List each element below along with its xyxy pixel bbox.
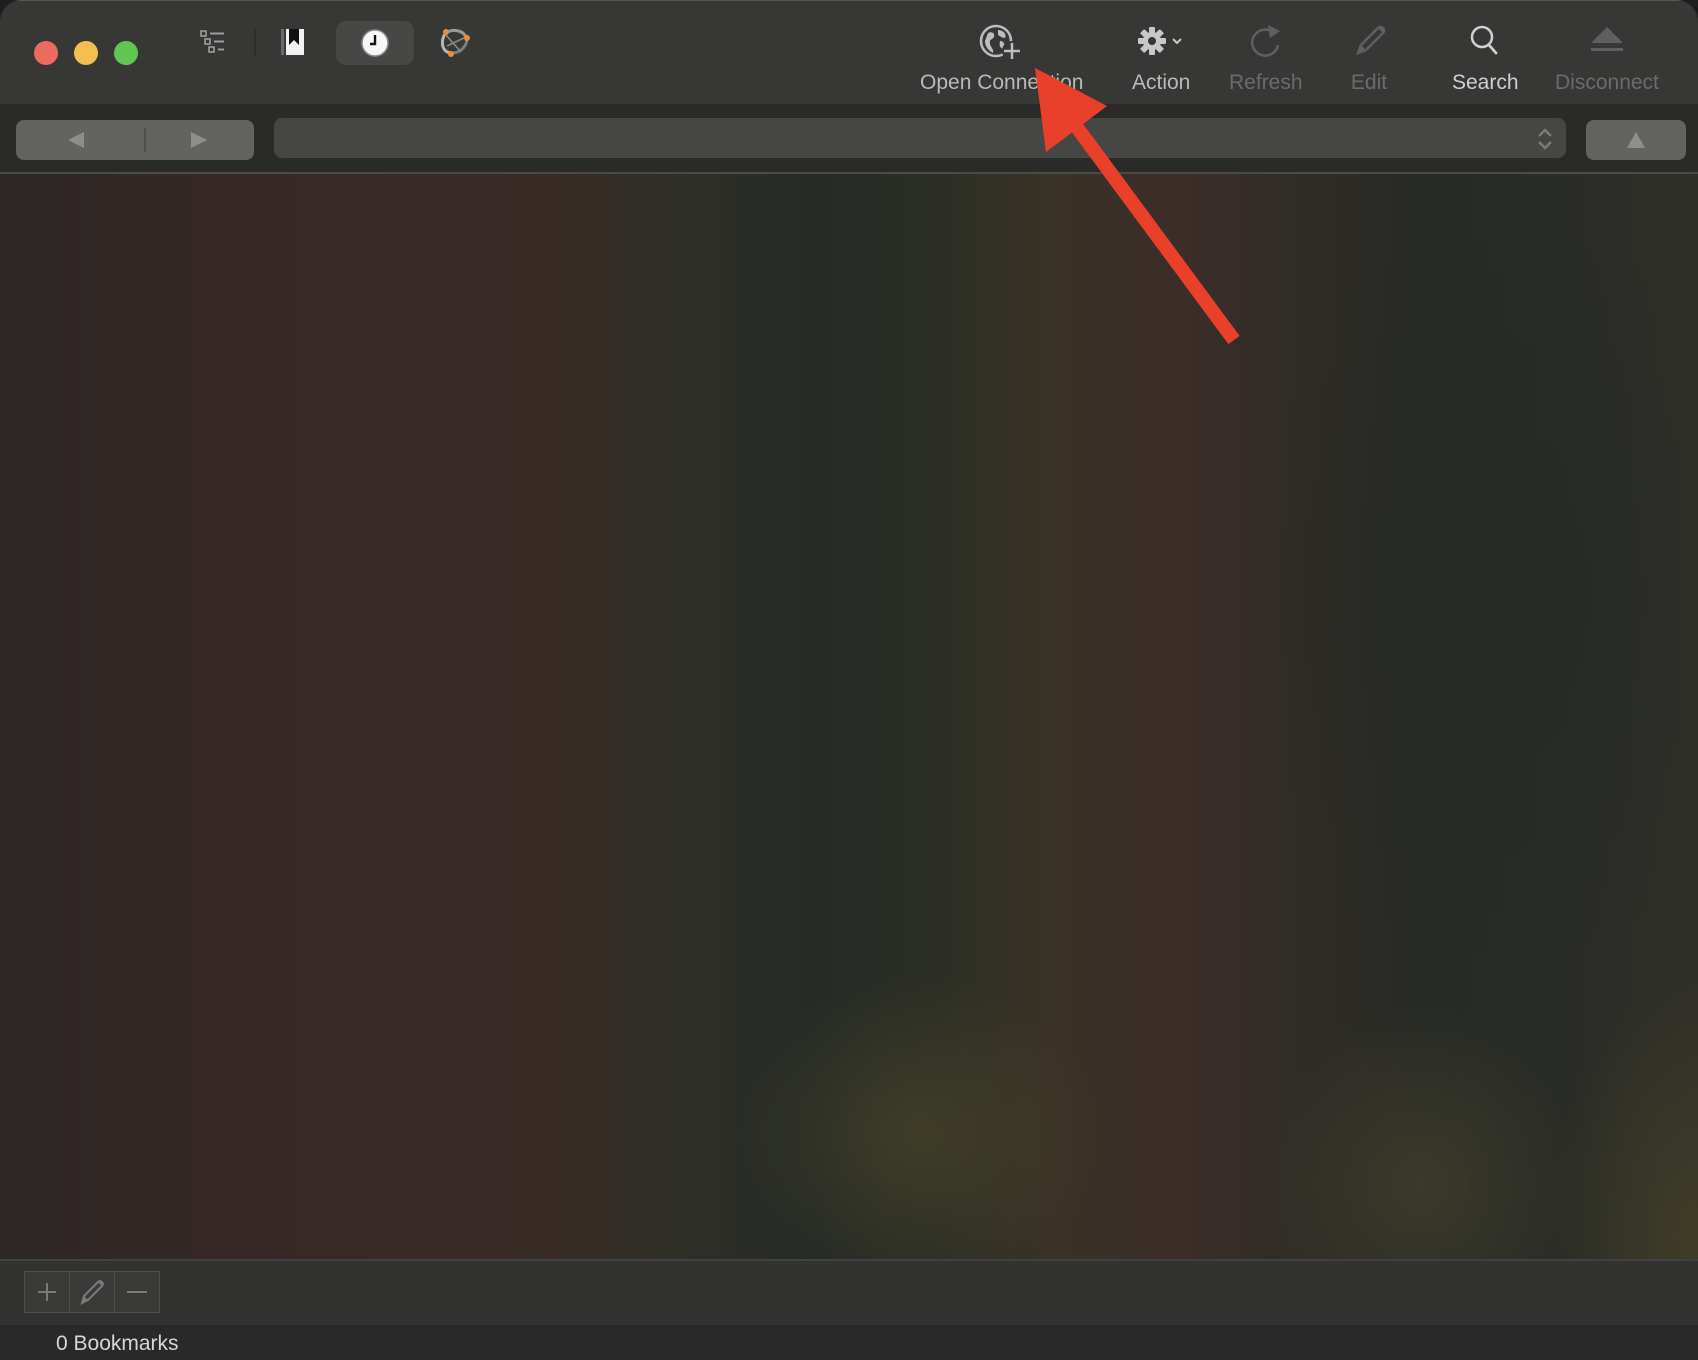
- refresh-label: Refresh: [1229, 71, 1303, 94]
- toolbar-divider: [254, 29, 256, 57]
- parent-directory-button[interactable]: [1586, 120, 1686, 160]
- add-bookmark-button[interactable]: [25, 1272, 70, 1312]
- forward-arrow-icon: [191, 132, 207, 148]
- back-arrow-icon: [68, 132, 84, 148]
- bookmark-actions-bar: [0, 1259, 1698, 1327]
- open-connection-label: Open Connection: [920, 71, 1084, 94]
- pencil-icon: [1350, 19, 1388, 63]
- edit-label: Edit: [1350, 71, 1388, 94]
- search-label: Search: [1452, 71, 1519, 94]
- disconnect-button[interactable]: Disconnect: [1555, 19, 1659, 95]
- bookmark-count: 0 Bookmarks: [56, 1332, 179, 1355]
- gear-dropdown-icon: [1135, 19, 1187, 63]
- open-connection-button[interactable]: Open Connection: [920, 19, 1083, 95]
- zoom-window-button[interactable]: [114, 41, 138, 65]
- plus-icon: [38, 1283, 56, 1301]
- toolbar: Open Connection Action Refresh Edit Sear…: [0, 0, 1698, 105]
- forward-button[interactable]: [144, 120, 254, 160]
- action-label: Action: [1132, 71, 1191, 94]
- bookmarks-icon[interactable]: [278, 27, 308, 57]
- app-window: Open Connection Action Refresh Edit Sear…: [0, 0, 1698, 1360]
- edit-bookmark-button[interactable]: [70, 1272, 115, 1312]
- search-button[interactable]: Search: [1452, 19, 1519, 95]
- outline-view-icon[interactable]: [198, 27, 228, 57]
- path-popup-button[interactable]: [274, 118, 1566, 158]
- minus-icon: [127, 1291, 147, 1293]
- bonjour-icon[interactable]: [438, 25, 472, 59]
- chevron-updown-icon: [1538, 128, 1552, 150]
- action-button[interactable]: Action: [1132, 19, 1190, 95]
- disconnect-label: Disconnect: [1555, 71, 1659, 94]
- refresh-icon: [1248, 19, 1284, 63]
- remove-bookmark-button[interactable]: [115, 1272, 159, 1312]
- history-icon[interactable]: [358, 27, 392, 59]
- bookmark-actions-group: [24, 1271, 160, 1313]
- minimize-window-button[interactable]: [74, 41, 98, 65]
- navigation-bar: [0, 104, 1698, 174]
- search-icon: [1468, 19, 1502, 63]
- back-button[interactable]: [16, 120, 136, 160]
- close-window-button[interactable]: [34, 41, 58, 65]
- back-forward-control: [16, 120, 254, 160]
- bookmark-list-area[interactable]: [0, 174, 1698, 1259]
- edit-button[interactable]: Edit: [1350, 19, 1388, 95]
- refresh-button[interactable]: Refresh: [1229, 19, 1303, 95]
- globe-plus-icon: [978, 19, 1026, 63]
- eject-icon: [1587, 19, 1627, 63]
- pencil-icon: [80, 1280, 104, 1305]
- status-bar: 0 Bookmarks: [0, 1325, 1698, 1360]
- up-arrow-icon: [1627, 132, 1645, 148]
